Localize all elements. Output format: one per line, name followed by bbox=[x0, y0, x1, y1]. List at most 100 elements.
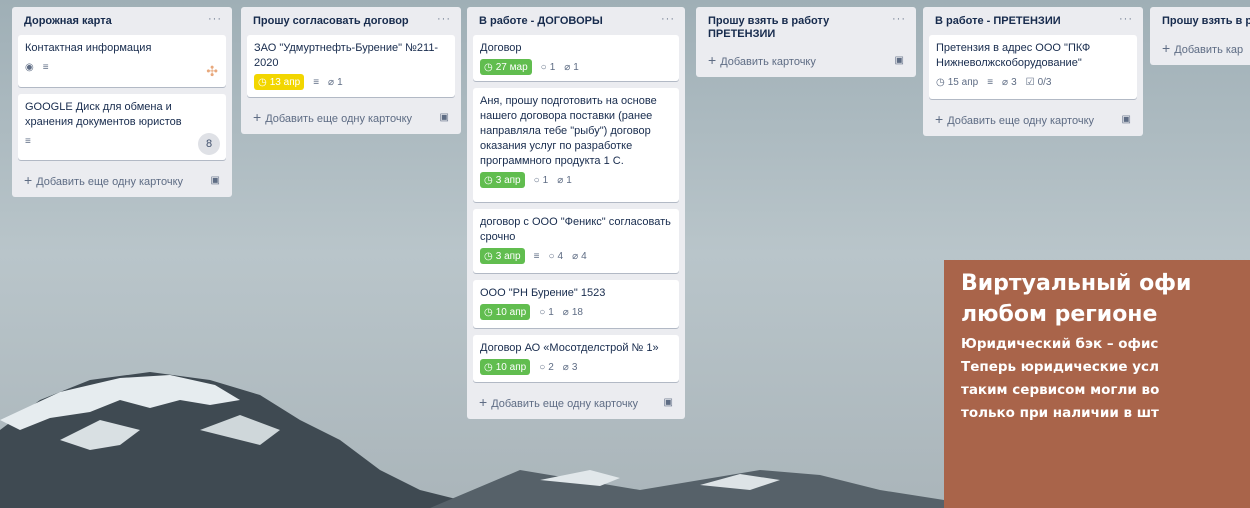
card-template-icon[interactable]: ▣ bbox=[1122, 114, 1131, 125]
card-badges: ◷ 3 апр ≡ ○ 4 ⌀ 4 bbox=[480, 248, 672, 264]
card[interactable]: Претензия в адрес ООО "ПКФ Нижневолжскоб… bbox=[929, 35, 1137, 99]
card-template-icon[interactable]: ▣ bbox=[211, 175, 220, 186]
card-title: договор с ООО "Феникс" согласовать срочн… bbox=[480, 216, 671, 243]
clock-icon: ◷ bbox=[484, 306, 493, 318]
list-menu-icon[interactable]: ··· bbox=[661, 14, 675, 25]
list-title[interactable]: Прошу согласовать договор bbox=[253, 15, 409, 28]
paperclip-icon: ⌀ bbox=[562, 306, 569, 318]
clock-icon: ◷ bbox=[258, 76, 267, 88]
card[interactable]: Аня, прошу подготовить на основе нашего … bbox=[473, 88, 679, 202]
promo-line: Юридический бэк – офис bbox=[961, 336, 1159, 352]
list-header[interactable]: Дорожная карта ··· bbox=[18, 7, 226, 35]
due-date-badge[interactable]: ◷ 10 апр bbox=[480, 304, 531, 320]
list-title[interactable]: Прошу взять в работу ПРЕТЕНЗИИ bbox=[708, 15, 848, 41]
card-template-icon[interactable]: ▣ bbox=[440, 112, 449, 123]
attachment-badge: ⌀ 4 bbox=[572, 251, 587, 262]
comment-badge: ○ 1 bbox=[534, 175, 549, 186]
list-title[interactable]: Дорожная карта bbox=[24, 15, 112, 28]
add-card-button[interactable]: + Добавить еще одну карточку ▣ bbox=[247, 104, 455, 128]
due-date-badge[interactable]: ◷ 3 апр bbox=[480, 172, 525, 188]
comment-badge: ○ 2 bbox=[539, 362, 554, 373]
add-card-button[interactable]: + Добавить карточку ▣ bbox=[702, 47, 910, 71]
attachment-count: 3 bbox=[1011, 76, 1017, 88]
card-title: ЗАО "Удмуртнефть-Бурение" №211-2020 bbox=[254, 42, 439, 69]
add-card-button[interactable]: + Добавить еще одну карточку ▣ bbox=[473, 389, 679, 413]
list-menu-icon[interactable]: ··· bbox=[892, 14, 906, 25]
promo-line: таким сервисом могли во bbox=[961, 382, 1160, 398]
attachment-badge: ⌀ 1 bbox=[557, 175, 572, 186]
card[interactable]: ЗАО "Удмуртнефть-Бурение" №211-2020 ◷ 13 … bbox=[247, 35, 455, 97]
due-date-label: 13 апр bbox=[269, 76, 301, 88]
card-title: Контактная информация bbox=[25, 42, 152, 54]
card-template-icon[interactable]: ▣ bbox=[895, 55, 904, 66]
list-header[interactable]: Прошу согласовать договор ··· bbox=[247, 7, 455, 35]
list-title[interactable]: В работе - ДОГОВОРЫ bbox=[479, 15, 603, 28]
card-title: Договор АО «Мосотделстрой № 1» bbox=[480, 342, 659, 354]
promo-title-line2: любом регионе bbox=[961, 302, 1158, 327]
list-partial: Прошу взять в р + Добавить кар bbox=[1150, 7, 1250, 65]
description-icon: ≡ bbox=[987, 76, 994, 88]
plus-icon: + bbox=[1162, 40, 1171, 56]
add-card-label: Добавить еще одну карточку bbox=[265, 113, 413, 125]
comment-badge: ○ 1 bbox=[539, 307, 554, 318]
promo-banner[interactable]: Виртуальный офи любом регионе Юридически… bbox=[944, 260, 1250, 508]
description-icon: ≡ bbox=[42, 61, 49, 73]
list-title[interactable]: Прошу взять в р bbox=[1162, 15, 1250, 28]
due-date-badge[interactable]: ◷ 13 апр bbox=[254, 74, 305, 90]
paperclip-icon: ⌀ bbox=[572, 250, 579, 262]
paperclip-icon: ⌀ bbox=[564, 61, 571, 73]
due-date-badge[interactable]: ◷ 10 апр bbox=[480, 359, 531, 375]
comment-icon: ○ bbox=[539, 361, 546, 373]
due-date-badge[interactable]: ◷ 3 апр bbox=[480, 248, 525, 264]
add-card-label: Добавить кар bbox=[1174, 44, 1244, 56]
card-badges: ◷ 10 апр ○ 2 ⌀ 3 bbox=[480, 359, 672, 375]
add-card-label: Добавить карточку bbox=[720, 56, 816, 68]
comment-badge: ○ 4 bbox=[548, 251, 563, 262]
checkbox-icon: ☑ bbox=[1025, 76, 1035, 88]
promo-text: Юридический бэк – офис Теперь юридически… bbox=[961, 333, 1250, 425]
card-badges: ◷ 3 апр ○ 1 ⌀ 1 bbox=[480, 172, 672, 188]
list-menu-icon[interactable]: ··· bbox=[208, 14, 222, 25]
plus-icon: + bbox=[708, 52, 717, 68]
add-card-button[interactable]: + Добавить еще одну карточку ▣ bbox=[18, 167, 226, 191]
list-header[interactable]: Прошу взять в р bbox=[1156, 7, 1250, 35]
sticker-icon: ✣ bbox=[206, 63, 218, 79]
card[interactable]: GOOGLE Диск для обмена и хранения докуме… bbox=[18, 94, 226, 160]
description-icon: ≡ bbox=[25, 135, 31, 147]
due-date-badge[interactable]: ◷ 27 мар bbox=[480, 59, 532, 75]
card-template-icon[interactable]: ▣ bbox=[664, 397, 673, 408]
list-title[interactable]: В работе - ПРЕТЕНЗИИ bbox=[935, 15, 1061, 28]
add-card-label: Добавить еще одну карточку bbox=[36, 176, 184, 188]
add-card-button[interactable]: + Добавить кар bbox=[1156, 35, 1244, 59]
card-title: ООО "РН Бурение" 1523 bbox=[480, 287, 606, 299]
card[interactable]: Договор АО «Мосотделстрой № 1» ◷ 10 апр ○… bbox=[473, 335, 679, 382]
comment-count: 2 bbox=[548, 361, 554, 373]
add-card-label: Добавить еще одну карточку bbox=[947, 115, 1095, 127]
list-header[interactable]: Прошу взять в работу ПРЕТЕНЗИИ ··· bbox=[702, 7, 910, 47]
list-header[interactable]: В работе - ДОГОВОРЫ ··· bbox=[473, 7, 679, 35]
attachment-badge: ⌀ 3 bbox=[1002, 77, 1017, 88]
attachment-count: 18 bbox=[571, 306, 583, 318]
attachment-count: 4 bbox=[581, 250, 587, 262]
attachment-badge: ⌀ 18 bbox=[563, 307, 583, 318]
eye-icon: ◉ bbox=[25, 61, 34, 73]
avatar[interactable]: 8 bbox=[198, 133, 220, 155]
card[interactable]: договор с ООО "Феникс" согласовать срочн… bbox=[473, 209, 679, 273]
card[interactable]: Договор ◷ 27 мар ○ 1 ⌀ 1 bbox=[473, 35, 679, 81]
plus-icon: + bbox=[24, 172, 33, 188]
card[interactable]: ООО "РН Бурение" 1523 ◷ 10 апр ○ 1 ⌀ 18 bbox=[473, 280, 679, 328]
promo-title-line1: Виртуальный офи bbox=[961, 271, 1192, 296]
card-badges: ≡ bbox=[25, 133, 219, 149]
due-date-badge[interactable]: ◷ 15 апр bbox=[936, 74, 978, 90]
card[interactable]: Контактная информация ◉ ≡ ✣ bbox=[18, 35, 226, 87]
list-menu-icon[interactable]: ··· bbox=[437, 14, 451, 25]
comment-icon: ○ bbox=[539, 306, 546, 318]
attachment-count: 1 bbox=[337, 76, 343, 88]
add-card-button[interactable]: + Добавить еще одну карточку ▣ bbox=[929, 106, 1137, 130]
clock-icon: ◷ bbox=[484, 61, 493, 73]
due-date-label: 10 апр bbox=[495, 306, 527, 318]
list-menu-icon[interactable]: ··· bbox=[1119, 14, 1133, 25]
card-badges: ◷ 13 апр ≡ ⌀ 1 bbox=[254, 74, 448, 90]
plus-icon: + bbox=[935, 111, 944, 127]
list-header[interactable]: В работе - ПРЕТЕНЗИИ ··· bbox=[929, 7, 1137, 35]
